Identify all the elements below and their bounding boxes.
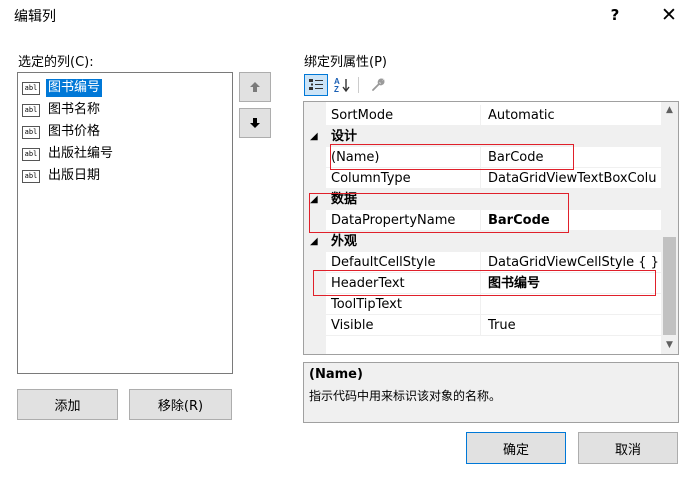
property-name: Visible xyxy=(331,318,374,333)
collapse-icon[interactable]: ◢ xyxy=(310,126,318,147)
scroll-thumb[interactable] xyxy=(663,237,676,335)
textbox-column-icon: abl xyxy=(22,125,40,139)
scroll-up-icon[interactable]: ▲ xyxy=(661,102,678,119)
property-value[interactable]: True xyxy=(484,315,661,336)
list-item-label: 出版社编号 xyxy=(48,146,114,161)
category-row[interactable]: ◢ 外观 xyxy=(304,231,661,252)
window-title: 编辑列 xyxy=(14,9,56,25)
help-button[interactable]: ? xyxy=(605,4,625,26)
property-pages-button[interactable] xyxy=(366,74,390,96)
property-row[interactable]: Visible True xyxy=(304,315,661,336)
alphabetical-button[interactable]: A Z xyxy=(331,74,355,96)
list-item[interactable]: abl 出版日期 xyxy=(22,166,102,186)
category-name: 外观 xyxy=(331,234,358,249)
selected-columns-label: 选定的列(C): xyxy=(18,55,94,70)
list-item[interactable]: abl 图书名称 xyxy=(22,100,102,120)
list-item[interactable]: abl 图书编号 xyxy=(22,78,103,98)
categorized-icon xyxy=(309,79,323,90)
list-item-label: 图书名称 xyxy=(48,102,101,117)
add-button[interactable]: 添加 xyxy=(17,389,118,420)
textbox-column-icon: abl xyxy=(22,169,40,183)
description-title: (Name) xyxy=(309,367,363,382)
list-item-label: 图书价格 xyxy=(48,124,101,139)
description-text: 指示代码中用来标识该对象的名称。 xyxy=(309,389,502,403)
property-value[interactable]: Automatic xyxy=(484,105,661,126)
up-arrow-icon xyxy=(250,82,260,92)
property-name: ToolTipText xyxy=(331,297,402,312)
property-description-panel: (Name) 指示代码中用来标识该对象的名称。 xyxy=(303,362,679,423)
ok-button[interactable]: 确定 xyxy=(466,432,566,464)
scroll-down-icon[interactable]: ▼ xyxy=(661,337,678,354)
textbox-column-icon: abl xyxy=(22,103,40,117)
selected-columns-listbox[interactable]: abl 图书编号 abl 图书名称 abl 图书价格 abl 出版社编号 abl… xyxy=(17,72,233,374)
list-item[interactable]: abl 出版社编号 xyxy=(22,144,115,164)
alphabetical-icon: A Z xyxy=(334,77,350,93)
cancel-button[interactable]: 取消 xyxy=(578,432,678,464)
list-item[interactable]: abl 图书价格 xyxy=(22,122,102,142)
vertical-scrollbar[interactable]: ▲ ▼ xyxy=(661,102,678,354)
property-row[interactable]: ColumnType DataGridViewTextBoxColu xyxy=(304,168,661,189)
wrench-icon xyxy=(372,78,385,91)
property-row[interactable]: SortMode Automatic xyxy=(304,105,661,126)
property-value[interactable]: DataGridViewTextBoxColu xyxy=(484,168,661,189)
textbox-column-icon: abl xyxy=(22,81,40,95)
bound-column-properties-label: 绑定列属性(P) xyxy=(304,55,387,70)
property-name: ColumnType xyxy=(331,171,411,186)
move-up-button[interactable] xyxy=(239,72,271,102)
list-item-label: 图书编号 xyxy=(46,79,103,97)
property-row[interactable]: ToolTipText xyxy=(304,294,661,315)
toolbar-separator xyxy=(358,77,359,93)
highlight-box xyxy=(309,193,569,233)
collapse-icon[interactable]: ◢ xyxy=(310,231,318,252)
move-down-button[interactable] xyxy=(239,108,271,138)
textbox-column-icon: abl xyxy=(22,147,40,161)
list-item-label: 出版日期 xyxy=(48,168,101,183)
down-arrow-icon xyxy=(250,118,260,128)
property-value[interactable] xyxy=(484,294,661,315)
svg-text:Z: Z xyxy=(334,85,339,93)
remove-button[interactable]: 移除(R) xyxy=(129,389,232,420)
highlight-box xyxy=(330,144,574,170)
categorized-button[interactable] xyxy=(304,74,328,96)
property-name: SortMode xyxy=(331,108,394,123)
highlight-box xyxy=(313,270,656,296)
close-button[interactable]: ✕ xyxy=(659,4,679,26)
